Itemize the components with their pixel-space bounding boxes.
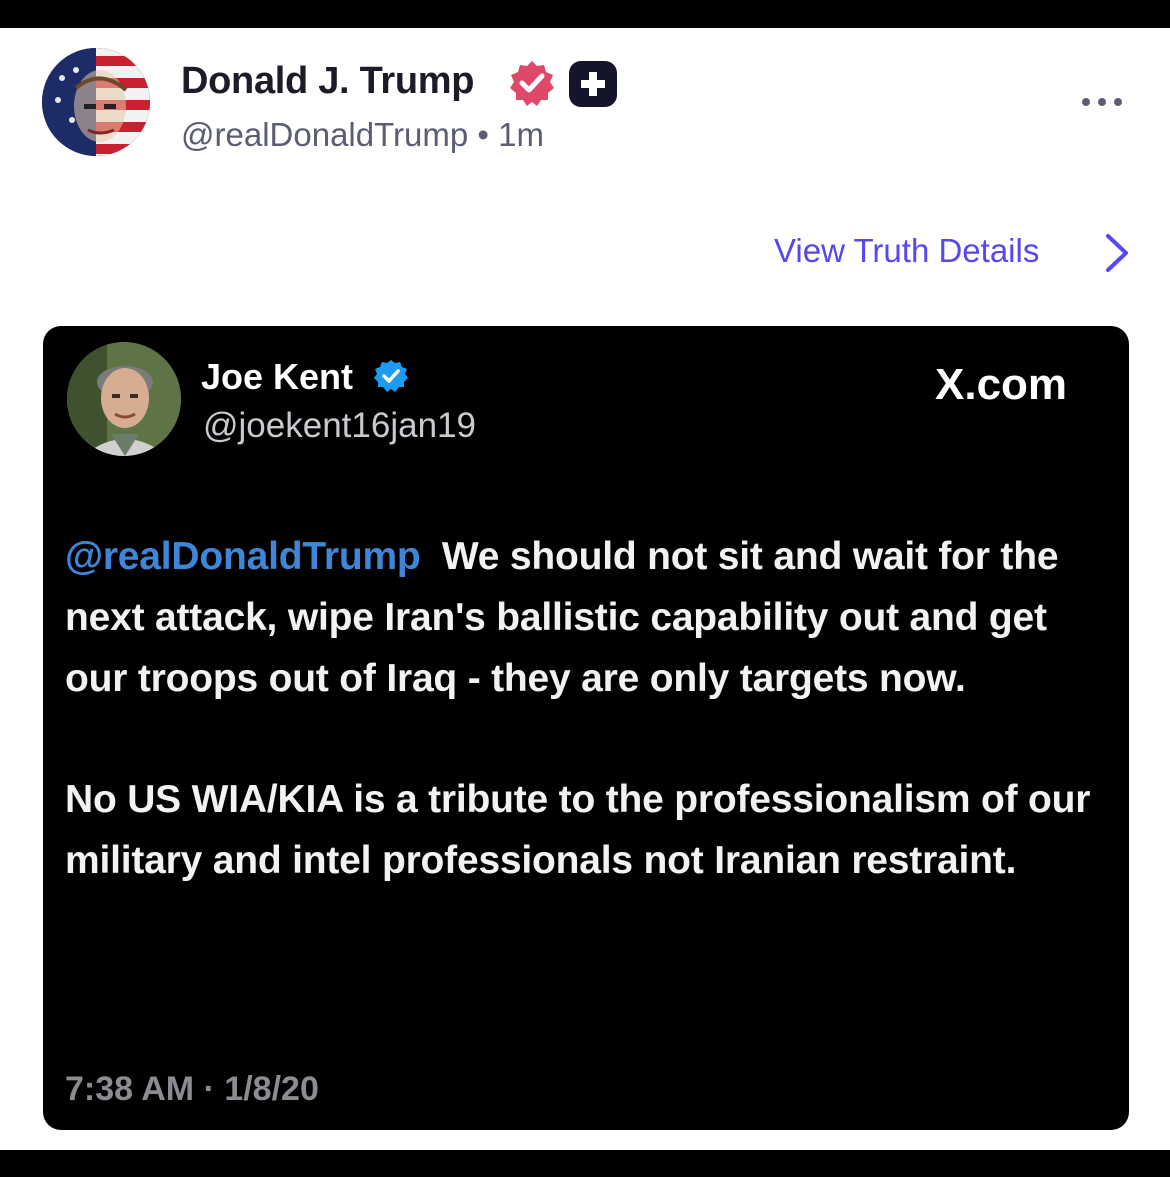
author-name[interactable]: Donald J. Trump <box>181 60 475 103</box>
truth-post-card: Donald J. Trump @realDonaldTrump • 1m Vi… <box>0 28 1170 1150</box>
embedded-author-avatar[interactable] <box>67 342 181 456</box>
author-handle[interactable]: @realDonaldTrump <box>181 116 468 153</box>
post-paragraph-2: No US WIA/KIA is a tribute to the profes… <box>65 778 1091 882</box>
mention-link[interactable]: @realDonaldTrump <box>65 535 421 578</box>
embedded-avatar-image <box>67 342 181 456</box>
view-truth-details-link[interactable]: View Truth Details <box>774 232 1039 270</box>
x-verified-badge-icon <box>374 360 408 392</box>
author-handle-line: @realDonaldTrump • 1m <box>181 116 544 154</box>
post-paragraph-1: @realDonaldTrump We should not sit and w… <box>65 526 1095 709</box>
more-options-icon[interactable] <box>1078 92 1126 112</box>
bottom-border <box>0 1150 1170 1177</box>
verified-badge-icon <box>510 61 554 106</box>
post-time[interactable]: 1m <box>498 116 544 153</box>
embedded-post-body: @realDonaldTrump We should not sit and w… <box>65 526 1095 891</box>
chevron-right-icon[interactable] <box>1100 228 1134 278</box>
top-border <box>0 0 1170 28</box>
source-label[interactable]: X.com <box>935 360 1067 410</box>
plus-badge-icon <box>569 61 617 107</box>
embedded-post-timestamp[interactable]: 7:38 AM · 1/8/20 <box>65 1070 319 1109</box>
embedded-x-post[interactable]: Joe Kent @joekent16jan19 X.com @realDona… <box>43 326 1129 1130</box>
separator-dot: • <box>477 116 489 153</box>
embedded-author-handle[interactable]: @joekent16jan19 <box>203 406 476 446</box>
plus-glyph <box>581 72 605 96</box>
author-avatar[interactable] <box>42 48 150 156</box>
author-avatar-image <box>42 48 150 156</box>
embedded-author-name[interactable]: Joe Kent <box>201 356 353 398</box>
